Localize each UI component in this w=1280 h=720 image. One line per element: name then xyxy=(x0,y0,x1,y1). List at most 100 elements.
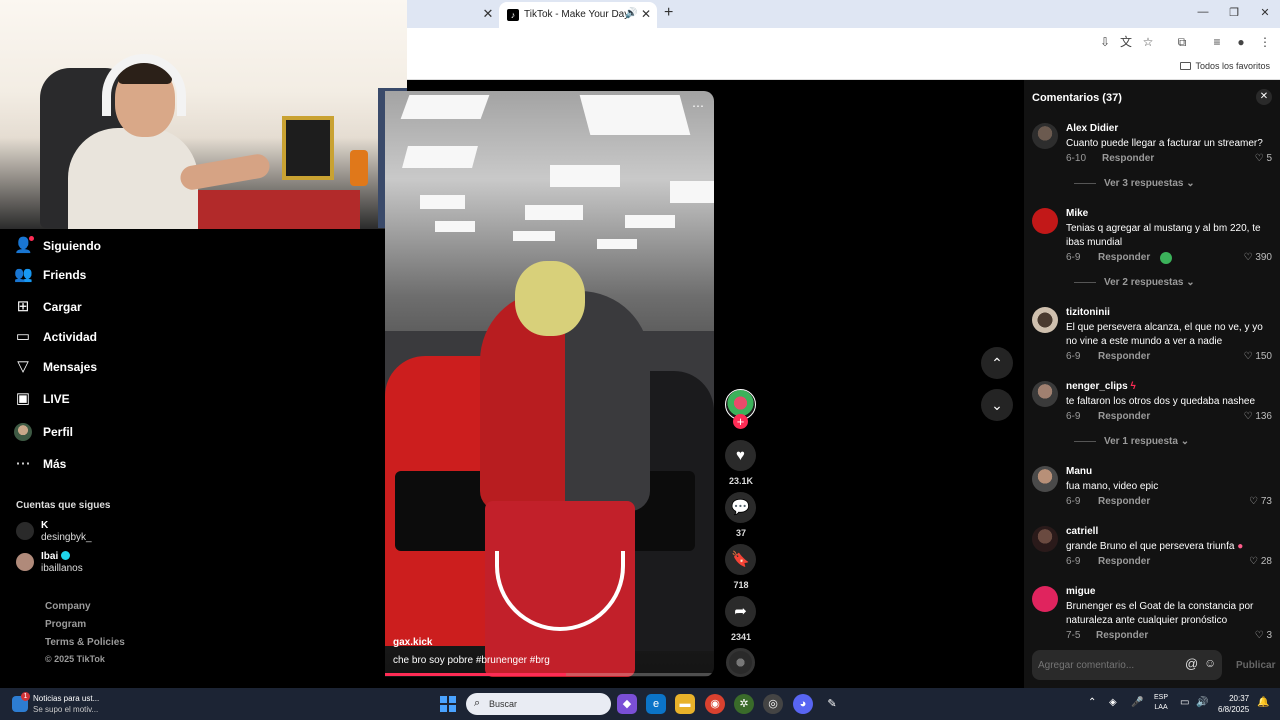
comment-user[interactable]: catriell xyxy=(1066,526,1098,537)
news-subtitle[interactable]: Se supo el motiv... xyxy=(33,705,98,714)
start-button[interactable] xyxy=(440,696,456,712)
discord-icon[interactable]: ◕ xyxy=(793,694,813,714)
tab-tiktok[interactable]: ♪ TikTok - Make Your Day 🔊 ✕ xyxy=(499,2,657,28)
avatar[interactable] xyxy=(1032,526,1058,552)
reply-button[interactable]: Responder xyxy=(1098,351,1150,362)
tray-chevron-up-icon[interactable]: ⌃ xyxy=(1088,697,1096,708)
clock[interactable]: 20:37 6/8/2025 xyxy=(1218,693,1249,715)
music-disc-icon[interactable] xyxy=(726,648,755,677)
comment-user[interactable]: Mike xyxy=(1066,208,1088,219)
taskbar-search[interactable]: ⌕ Buscar xyxy=(466,693,611,715)
notification-icon[interactable]: 🔔 xyxy=(1257,697,1269,708)
close-icon[interactable]: ✕ xyxy=(1256,89,1272,105)
app-icon-green[interactable]: ✲ xyxy=(734,694,754,714)
bookmark-button[interactable]: 🔖 xyxy=(725,544,756,575)
view-replies[interactable]: Ver 2 respuestas ⌄ xyxy=(1074,277,1195,288)
new-tab-icon[interactable]: + xyxy=(664,4,673,22)
comment-like[interactable]: ♡ 150 xyxy=(1244,351,1272,362)
sidebar-item-cargar[interactable]: ⊞ Cargar xyxy=(14,297,82,317)
reply-button[interactable]: Responder xyxy=(1102,153,1154,164)
comment-user[interactable]: nenger_clips ϟ xyxy=(1066,381,1136,392)
comment-like[interactable]: ♡ 3 xyxy=(1255,630,1272,641)
comment-input[interactable] xyxy=(1038,656,1178,674)
language-bottom: LAA xyxy=(1154,704,1168,711)
emoji-icon[interactable]: ☺ xyxy=(1204,656,1216,670)
minimize-icon[interactable]: — xyxy=(1195,6,1211,18)
view-replies[interactable]: Ver 1 respuesta ⌄ xyxy=(1074,436,1189,447)
speaker-icon[interactable]: 🔊 xyxy=(625,8,637,19)
media-icon[interactable]: ≡ xyxy=(1209,34,1225,50)
file-explorer-icon[interactable]: ▬ xyxy=(675,694,695,714)
chrome-icon[interactable]: ◉ xyxy=(705,694,725,714)
sidebar-item-perfil[interactable]: Perfil xyxy=(14,422,73,442)
comment-user[interactable]: Alex Didier xyxy=(1066,123,1118,134)
upload-icon: ⊞ xyxy=(16,298,30,315)
comment-like[interactable]: ♡ 28 xyxy=(1249,556,1272,567)
star-icon[interactable]: ☆ xyxy=(1140,34,1156,50)
reply-button[interactable]: Responder xyxy=(1098,252,1150,263)
video-player[interactable]: ⋯ gax.kick che bro soy pobre #brunenger … xyxy=(385,91,714,677)
avatar[interactable] xyxy=(1032,123,1058,149)
close-icon[interactable]: ✕ xyxy=(641,7,651,21)
display-icon[interactable]: ▭ xyxy=(1180,697,1189,708)
restore-icon[interactable]: ❐ xyxy=(1226,6,1242,19)
sidebar-item-mas[interactable]: ⋯ Más xyxy=(14,454,67,474)
next-video-button[interactable]: ⌄ xyxy=(981,389,1013,421)
reply-button[interactable]: Responder xyxy=(1098,411,1150,422)
video-author[interactable]: gax.kick xyxy=(393,637,432,648)
sidebar-item-friends[interactable]: 👥 Friends xyxy=(14,265,86,285)
tray-app-icon[interactable]: ◈ xyxy=(1109,697,1117,708)
comment-user[interactable]: Manu xyxy=(1066,466,1092,477)
app-icon-obs[interactable]: ◎ xyxy=(763,694,783,714)
ceiling-light xyxy=(625,215,675,228)
all-bookmarks[interactable]: Todos los favoritos xyxy=(1180,61,1270,71)
comment-like[interactable]: ♡ 390 xyxy=(1244,252,1272,263)
comment-like[interactable]: ♡ 5 xyxy=(1255,153,1272,164)
extensions-icon[interactable]: ⧉ xyxy=(1174,34,1190,50)
edge-icon[interactable]: e xyxy=(646,694,666,714)
sidebar-item-mensajes[interactable]: ▽ Mensajes xyxy=(14,357,97,377)
copilot-icon[interactable]: ◆ xyxy=(617,694,637,714)
language-indicator[interactable]: ESP LAA xyxy=(1154,693,1168,713)
reply-button[interactable]: Responder xyxy=(1096,630,1148,641)
install-icon[interactable]: ⇩ xyxy=(1097,34,1113,50)
avatar[interactable] xyxy=(1032,208,1058,234)
comment-like[interactable]: ♡ 136 xyxy=(1244,411,1272,422)
sidebar-item-siguiendo[interactable]: 👤 Siguiendo xyxy=(14,236,101,256)
volume-icon[interactable]: 🔊 xyxy=(1196,697,1208,708)
avatar[interactable] xyxy=(1032,381,1058,407)
sidebar-item-live[interactable]: ▣ LIVE xyxy=(14,389,70,409)
menu-icon[interactable]: ⋮ xyxy=(1257,34,1273,50)
avatar[interactable] xyxy=(1032,586,1058,612)
comment-text-content: grande Bruno el que persevera triunfa xyxy=(1066,541,1235,552)
news-title[interactable]: Noticias para ust... xyxy=(33,694,99,703)
avatar[interactable] xyxy=(1032,466,1058,492)
video-progress-bar[interactable] xyxy=(385,673,714,676)
comment-user[interactable]: migue xyxy=(1066,586,1095,597)
footer-link-program[interactable]: Program xyxy=(45,619,86,630)
footer-link-company[interactable]: Company xyxy=(45,601,91,612)
comment-like[interactable]: ♡ 73 xyxy=(1249,496,1272,507)
previous-video-button[interactable]: ⌃ xyxy=(981,347,1013,379)
translate-icon[interactable]: 文 xyxy=(1118,34,1134,50)
close-tab-icon[interactable]: ✕ xyxy=(480,6,496,22)
more-options-icon[interactable]: ⋯ xyxy=(692,99,704,113)
profile-icon[interactable]: ● xyxy=(1233,34,1249,50)
sidebar-item-actividad[interactable]: ▭ Actividad xyxy=(14,327,97,347)
microphone-icon[interactable]: 🎤 xyxy=(1131,697,1143,708)
footer-link-terms[interactable]: Terms & Policies xyxy=(45,637,125,648)
heart-icon: ♡ xyxy=(1249,556,1261,567)
follow-plus-icon[interactable]: + xyxy=(733,414,748,429)
reply-button[interactable]: Responder xyxy=(1098,496,1150,507)
comment-user[interactable]: tizitoninii xyxy=(1066,307,1110,318)
mention-icon[interactable]: @ xyxy=(1185,656,1198,671)
comment-button[interactable]: 💬 xyxy=(725,492,756,523)
share-button[interactable]: ➦ xyxy=(725,596,756,627)
app-icon-pen[interactable]: ✎ xyxy=(822,694,842,714)
reply-button[interactable]: Responder xyxy=(1098,556,1150,567)
like-button[interactable]: ♥ xyxy=(725,440,756,471)
window-close-icon[interactable]: ✕ xyxy=(1257,6,1273,19)
avatar[interactable] xyxy=(1032,307,1058,333)
view-replies[interactable]: Ver 3 respuestas ⌄ xyxy=(1074,178,1195,189)
post-button[interactable]: Publicar xyxy=(1236,660,1275,671)
